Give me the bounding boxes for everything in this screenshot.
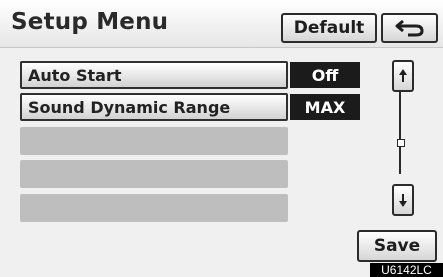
auto-start-button[interactable]: Auto Start xyxy=(20,61,288,89)
scroll-up-button[interactable] xyxy=(392,60,414,92)
scroll-down-button[interactable] xyxy=(392,184,414,216)
empty-row xyxy=(20,127,288,155)
scroll-thumb[interactable] xyxy=(397,139,405,147)
header-bar: Setup Menu Default xyxy=(0,0,443,48)
return-arrow-icon xyxy=(395,19,424,37)
empty-row xyxy=(20,160,288,188)
scroll-track[interactable] xyxy=(399,90,401,174)
figure-code: U6142LC xyxy=(370,263,443,277)
auto-start-value: Off xyxy=(290,62,360,88)
default-button[interactable]: Default xyxy=(281,13,377,43)
sound-dynamic-range-button[interactable]: Sound Dynamic Range xyxy=(20,93,288,121)
setup-menu-screen: Setup Menu Default Auto Start Off Sound … xyxy=(0,0,443,277)
sound-dynamic-range-value: MAX xyxy=(290,94,360,120)
page-title: Setup Menu xyxy=(11,9,169,35)
scroll-up-icon xyxy=(399,69,407,82)
back-button[interactable] xyxy=(381,13,438,43)
empty-row xyxy=(20,194,288,222)
save-button[interactable]: Save xyxy=(357,230,437,262)
scroll-down-icon xyxy=(399,194,407,207)
